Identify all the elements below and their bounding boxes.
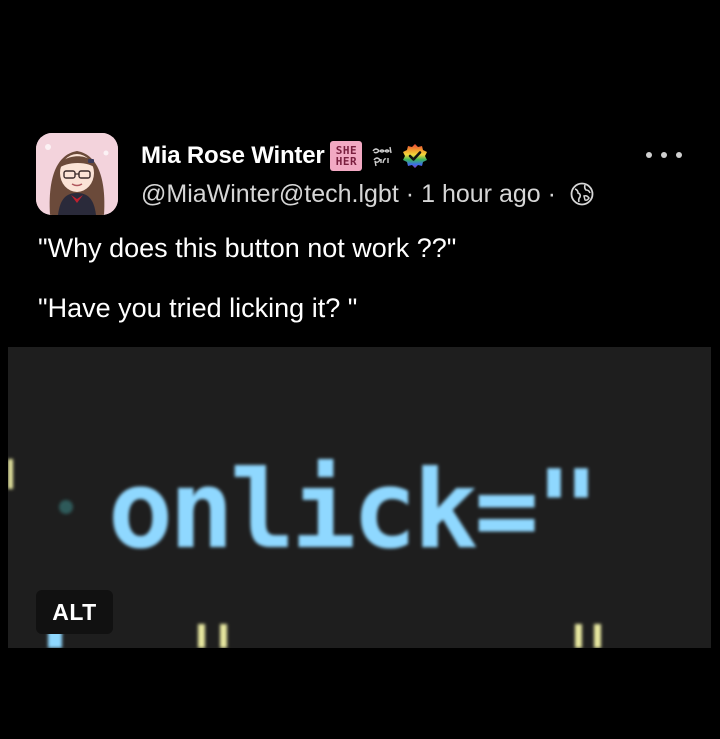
code-text: onlick="	[108, 448, 596, 573]
ellipsis-dot	[646, 152, 652, 158]
ellipsis-dot	[676, 152, 682, 158]
author-handle[interactable]: @MiaWinter@tech.lgbt	[141, 180, 399, 209]
globe-icon	[569, 181, 595, 207]
separator: ·	[405, 179, 415, 208]
pronoun-emoji-line-2: HER	[335, 155, 358, 168]
post: Mia Rose Winter SHE HER @MiaWinter@tech.…	[0, 0, 720, 739]
post-timestamp[interactable]: 1 hour ago	[421, 180, 541, 209]
separator: ·	[547, 179, 556, 208]
avatar[interactable]	[36, 133, 118, 215]
more-options-button[interactable]	[646, 146, 682, 164]
post-content-line-1: "Why does this button not work ??"	[38, 233, 457, 263]
good-girl-emoji	[368, 141, 398, 171]
she-her-pronoun-emoji: SHE HER	[330, 141, 363, 171]
alt-text-badge[interactable]: ALT	[36, 590, 113, 634]
post-content-line-2: "Have you tried licking it? "	[38, 293, 358, 323]
media-attachment[interactable]: onlick="	[8, 347, 711, 648]
ellipsis-dot	[661, 152, 667, 158]
author-meta-row: @MiaWinter@tech.lgbt · 1 hour ago ·	[141, 176, 595, 212]
author-name-row: Mia Rose Winter SHE HER	[141, 139, 430, 173]
display-name[interactable]: Mia Rose Winter	[141, 142, 325, 170]
rainbow-verified-emoji	[400, 141, 430, 171]
code-screenshot: onlick="	[8, 347, 711, 648]
avatar-illustration	[36, 133, 118, 215]
